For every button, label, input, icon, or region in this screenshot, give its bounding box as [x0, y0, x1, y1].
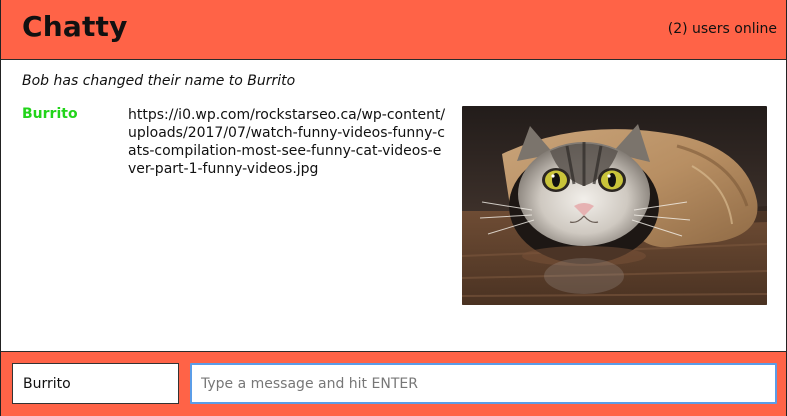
chat-app: Chatty (2) users online Bob has changed … — [0, 0, 787, 416]
message-list: Bob has changed their name to Burrito Bu… — [1, 60, 786, 351]
username-input[interactable] — [12, 363, 179, 404]
message-input[interactable] — [190, 363, 777, 404]
chat-bar — [1, 351, 786, 416]
message-image-cat — [462, 106, 767, 305]
system-notification: Bob has changed their name to Burrito — [22, 73, 296, 89]
users-online-count: (2) users online — [667, 21, 777, 37]
message-username: Burrito — [22, 106, 78, 122]
message-content: https://i0.wp.com/rockstarseo.ca/wp-cont… — [128, 107, 446, 177]
message: Burrito https://i0.wp.com/rockstarseo.ca… — [22, 105, 772, 305]
navbar: Chatty (2) users online — [1, 0, 786, 60]
app-title[interactable]: Chatty — [22, 10, 128, 43]
